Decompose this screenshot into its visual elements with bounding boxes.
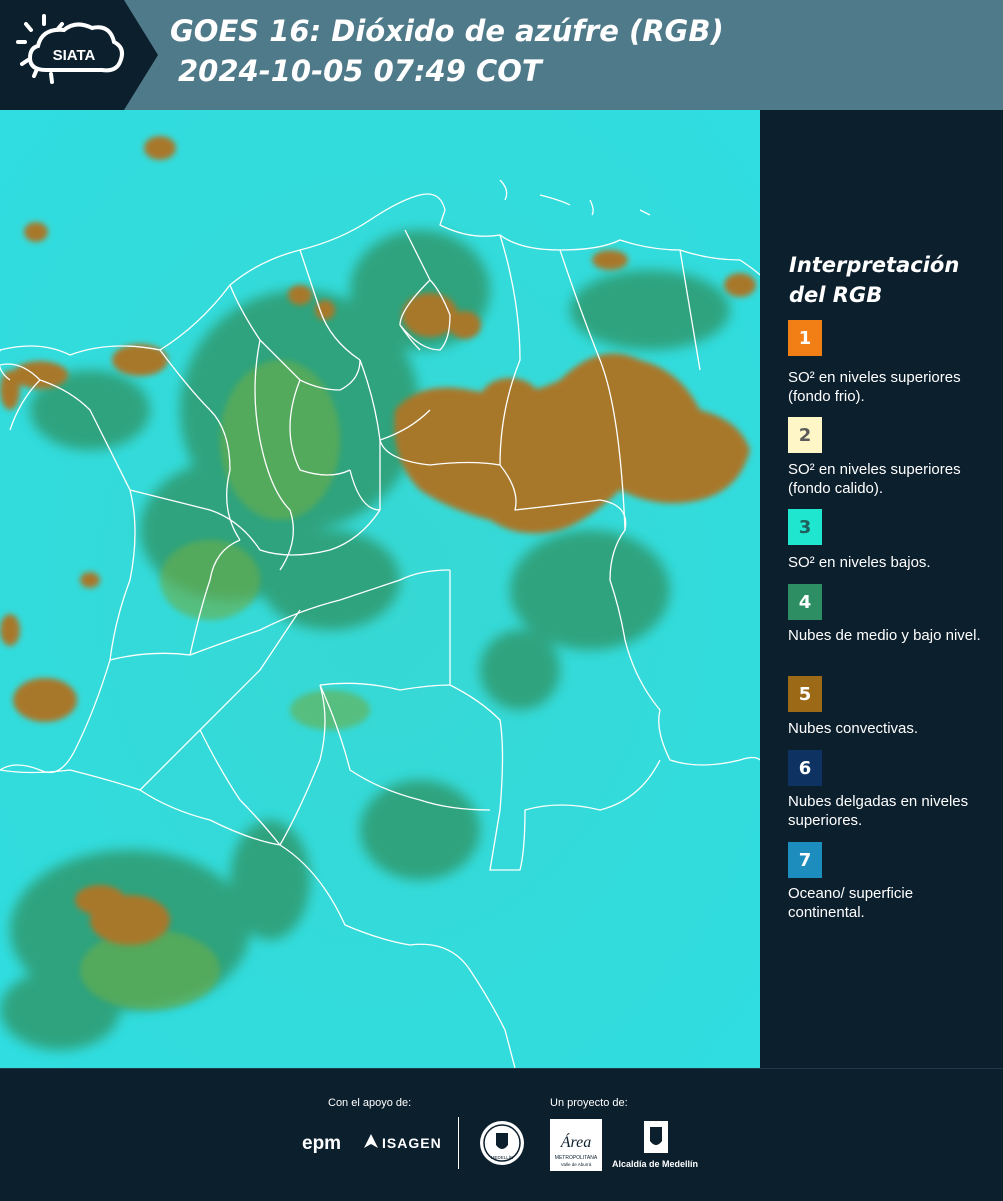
logo-text: SIATA <box>53 47 96 64</box>
header: SIATA GOES 16: Dióxido de azúfre (RGB) 2… <box>0 0 1003 110</box>
legend-number-4: 4 <box>798 591 812 613</box>
siata-logo: SIATA <box>16 14 124 84</box>
legend-number-5: 5 <box>798 683 812 705</box>
satellite-map[interactable] <box>0 110 760 1068</box>
legend-swatch-6: 6 <box>788 750 822 786</box>
isagen-logo: ISAGEN <box>382 1135 442 1151</box>
page-title: GOES 16: Dióxido de azúfre (RGB) <box>170 14 724 48</box>
legend-label-2: SO² en niveles superiores (fondo calido)… <box>788 461 961 497</box>
legend-panel: Interpretación del RGB 1 SO² en niveles … <box>760 110 1003 1068</box>
area-logo-sub2: Valle de Aburrá <box>561 1162 592 1167</box>
alcaldia-label: Alcaldía de Medellín <box>612 1159 699 1169</box>
area-metropolitana-logo: Área METROPOLITANA Valle de Aburrá <box>550 1119 602 1171</box>
satellite-rgb-image <box>0 110 760 1068</box>
epm-logo: epm <box>302 1133 342 1154</box>
legend-label-4: Nubes de medio y bajo nivel. <box>788 627 981 644</box>
legend-swatch-7: 7 <box>788 842 822 878</box>
legend-label-5: Nubes convectivas. <box>788 720 919 737</box>
timestamp: 2024-10-05 07:49 COT <box>178 54 542 88</box>
legend-swatch-3: 3 <box>788 509 822 545</box>
legend-label-6: Nubes delgadas en niveles superiores. <box>788 793 969 829</box>
legend-label-3: SO² en niveles bajos. <box>788 554 931 571</box>
project-label: Un proyecto de: <box>550 1097 628 1109</box>
legend-swatch-5: 5 <box>788 676 822 712</box>
support-label: Con el apoyo de: <box>328 1097 412 1109</box>
legend-number-1: 1 <box>798 327 812 349</box>
legend-swatch-1: 1 <box>788 320 822 356</box>
legend-label-1: SO² en niveles superiores (fondo frio). <box>788 369 961 405</box>
legend-number-6: 6 <box>798 757 812 779</box>
legend-title: Interpretación del RGB <box>789 253 960 307</box>
legend-number-2: 2 <box>798 424 812 446</box>
seal-text: MEDELLÍN <box>491 1154 514 1160</box>
footer: Con el apoyo de: Un proyecto de: epm ISA… <box>0 1068 1003 1201</box>
area-logo-text: Área <box>560 1132 592 1151</box>
legend-number-7: 7 <box>798 849 812 871</box>
legend-swatch-2: 2 <box>788 417 822 453</box>
alcaldia-crest-icon <box>644 1121 668 1153</box>
footer-divider <box>458 1117 459 1169</box>
area-logo-sub: METROPOLITANA <box>555 1155 598 1161</box>
isagen-mark-icon <box>364 1134 378 1148</box>
legend-number-3: 3 <box>798 516 812 538</box>
legend-label-7: Oceano/ superficie continental. <box>788 885 914 921</box>
legend-swatch-4: 4 <box>788 584 822 620</box>
medellin-seal-icon: MEDELLÍN <box>480 1121 524 1165</box>
